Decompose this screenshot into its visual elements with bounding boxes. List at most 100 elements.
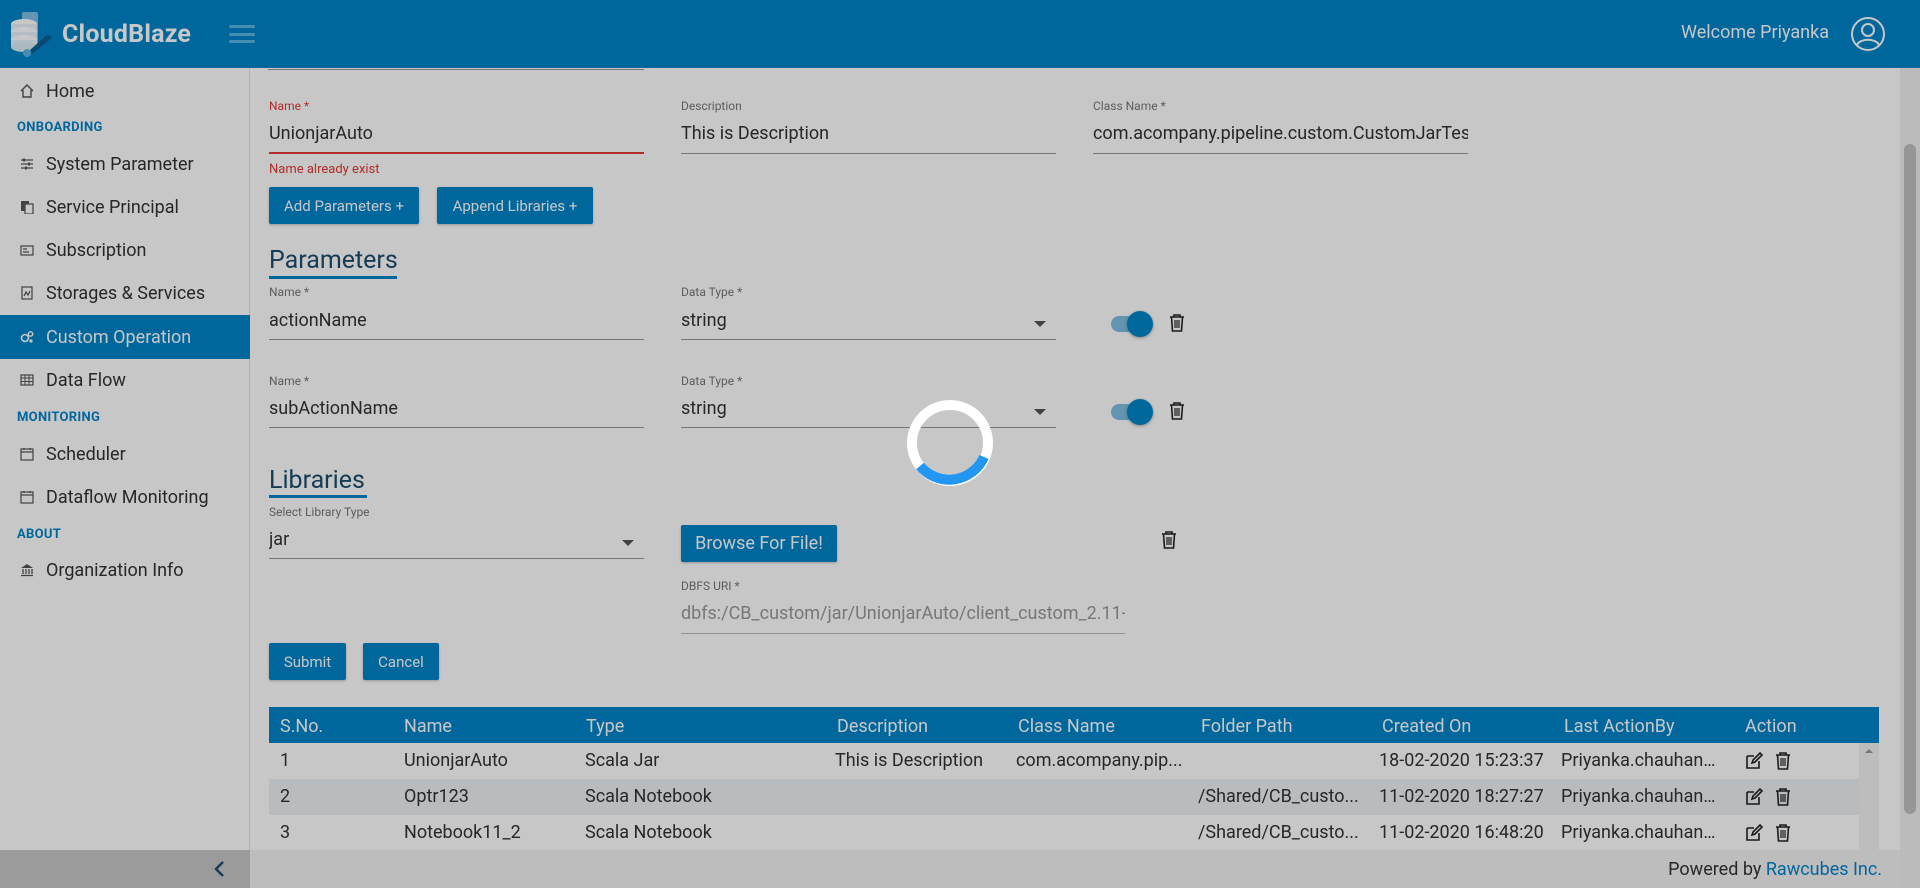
cell-folder: /Shared/CB_custo... <box>1198 822 1359 843</box>
sidebar-item-custom-operation[interactable]: Custom Operation <box>0 315 250 359</box>
description-underline <box>681 153 1056 154</box>
parameters-underline <box>269 276 397 279</box>
sidebar-item-label: Home <box>46 80 95 102</box>
cell-sno: 1 <box>280 750 291 771</box>
cell-name: Notebook11_2 <box>404 822 521 843</box>
param-type-label: Data Type * <box>681 374 743 388</box>
sidebar-item-subscription[interactable]: Subscription <box>0 228 250 272</box>
param-name-underline <box>269 427 644 428</box>
param-enabled-toggle[interactable] <box>1109 308 1155 340</box>
add-parameters-button[interactable]: Add Parameters + <box>269 187 419 224</box>
col-last-action-by: Last ActionBy <box>1564 716 1675 737</box>
menu-toggle-icon[interactable] <box>229 25 256 43</box>
cell-type: Scala Jar <box>585 750 660 771</box>
cell-folder: /Shared/CB_custo... <box>1198 786 1359 807</box>
calendar-icon <box>19 489 35 505</box>
rawcubes-link[interactable]: Rawcubes Inc. <box>1766 859 1882 880</box>
col-created-on: Created On <box>1382 716 1472 737</box>
cell-description: This is Description <box>835 750 984 771</box>
trash-icon[interactable] <box>1160 530 1178 550</box>
chevron-up-icon[interactable] <box>1859 744 1879 758</box>
sidebar-item-dataflow-monitoring[interactable]: Dataflow Monitoring <box>0 475 250 519</box>
table-row: 3 Notebook11_2 Scala Notebook /Shared/CB… <box>269 815 1859 851</box>
library-type-label: Select Library Type <box>269 505 370 519</box>
param-type-underline <box>681 339 1056 340</box>
table-icon <box>19 372 35 388</box>
brand-logo[interactable]: CloudBlaze <box>8 8 191 60</box>
sidebar-item-organization-info[interactable]: Organization Info <box>0 548 250 592</box>
home-icon <box>19 83 35 99</box>
table-row: 1 UnionjarAuto Scala Jar This is Descrip… <box>269 743 1859 779</box>
param-name-input[interactable]: actionName <box>269 310 639 331</box>
sidebar-item-home[interactable]: Home <box>0 69 250 113</box>
cell-name: Optr123 <box>404 786 469 807</box>
classname-input[interactable]: com.acompany.pipeline.custom.CustomJarTe… <box>1093 123 1468 144</box>
col-sno: S.No. <box>280 716 324 737</box>
col-action: Action <box>1745 716 1797 737</box>
sidebar-item-label: Subscription <box>46 239 147 261</box>
dbfs-uri-input: dbfs:/CB_custom/jar/UnionjarAuto/client_… <box>681 603 1125 624</box>
chevron-down-icon[interactable] <box>622 540 634 546</box>
powered-by: Powered by Rawcubes Inc. <box>1668 859 1882 880</box>
page-scrollbar-thumb[interactable] <box>1904 144 1916 814</box>
cell-created: 18-02-2020 15:23:37 <box>1379 750 1544 771</box>
sidebar-item-label: Service Principal <box>46 196 179 218</box>
chevron-left-icon[interactable] <box>210 859 230 879</box>
col-description: Description <box>837 716 929 737</box>
name-label: Name * <box>269 99 310 113</box>
top-header: CloudBlaze Welcome Priyanka <box>0 0 1920 68</box>
edit-icon[interactable] <box>1744 751 1764 771</box>
edit-icon[interactable] <box>1744 823 1764 843</box>
page-footer <box>250 850 1900 888</box>
sidebar-item-service-principal[interactable]: Service Principal <box>0 185 250 229</box>
cell-sno: 2 <box>280 786 291 807</box>
submit-button[interactable]: Submit <box>269 643 346 680</box>
description-input[interactable]: This is Description <box>681 123 1051 144</box>
sidebar-footer <box>0 850 250 888</box>
table-scrollbar[interactable] <box>1859 743 1879 853</box>
sidebar-item-system-parameter[interactable]: System Parameter <box>0 142 250 186</box>
param-enabled-toggle[interactable] <box>1109 396 1155 428</box>
param-type-select[interactable]: string <box>681 310 1011 331</box>
storage-icon <box>19 285 35 301</box>
chevron-down-icon[interactable] <box>1034 321 1046 327</box>
trash-icon[interactable] <box>1168 313 1186 333</box>
page-scrollbar[interactable] <box>1900 68 1920 888</box>
cell-classname: com.acompany.pip... <box>1016 750 1183 771</box>
sidebar: Home ONBOARDING System Parameter Service… <box>0 68 250 888</box>
cell-created: 11-02-2020 18:27:27 <box>1379 786 1544 807</box>
previous-field-underline <box>268 68 644 70</box>
sidebar-item-storages[interactable]: Storages & Services <box>0 271 250 315</box>
trash-icon[interactable] <box>1773 787 1793 807</box>
append-libraries-button[interactable]: Append Libraries + <box>437 187 593 224</box>
trash-icon[interactable] <box>1773 823 1793 843</box>
sidebar-item-label: Storages & Services <box>46 282 206 304</box>
cancel-button[interactable]: Cancel <box>363 643 439 680</box>
browse-file-button[interactable]: Browse For File! <box>681 525 837 562</box>
col-classname: Class Name <box>1018 716 1115 737</box>
cell-by: Priyanka.chauhan... <box>1561 750 1716 771</box>
user-avatar-icon[interactable] <box>1850 16 1886 52</box>
sidebar-item-data-flow[interactable]: Data Flow <box>0 358 250 402</box>
chevron-down-icon[interactable] <box>1034 409 1046 415</box>
param-name-underline <box>269 339 644 340</box>
trash-icon[interactable] <box>1773 751 1793 771</box>
cloudblaze-logo-icon <box>11 12 52 57</box>
name-input[interactable]: UnionjarAuto <box>269 123 639 144</box>
param-name-input[interactable]: subActionName <box>269 398 639 419</box>
powered-prefix: Powered by <box>1668 859 1766 880</box>
classname-label: Class Name * <box>1093 99 1166 113</box>
name-error-message: Name already exist <box>269 162 380 177</box>
section-monitoring: MONITORING <box>17 410 101 425</box>
libraries-title: Libraries <box>269 466 365 495</box>
libraries-underline <box>269 495 367 498</box>
sidebar-item-scheduler[interactable]: Scheduler <box>0 432 250 476</box>
cell-by: Priyanka.chauhan... <box>1561 786 1716 807</box>
param-type-label: Data Type * <box>681 285 743 299</box>
trash-icon[interactable] <box>1168 401 1186 421</box>
col-type: Type <box>586 716 625 737</box>
description-label: Description <box>681 99 742 113</box>
edit-icon[interactable] <box>1744 787 1764 807</box>
library-type-select[interactable]: jar <box>269 529 599 550</box>
section-onboarding: ONBOARDING <box>17 120 103 135</box>
